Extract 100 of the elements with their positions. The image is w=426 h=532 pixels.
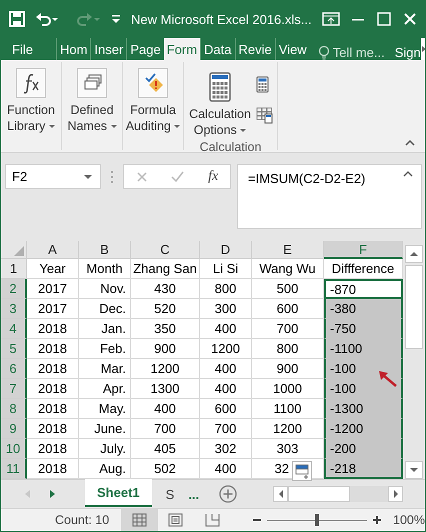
table-cell: -100 bbox=[324, 379, 403, 399]
table-icon bbox=[295, 464, 309, 478]
table-cell: 2018 bbox=[27, 399, 79, 419]
calculate-now-icon[interactable] bbox=[256, 76, 269, 93]
ribbon-button[interactable]: Formula Auditing bbox=[127, 66, 179, 136]
table-cell: -1100 bbox=[324, 339, 403, 359]
table-cell: Nov. bbox=[79, 279, 131, 299]
scrollbar-thumb[interactable] bbox=[405, 265, 423, 349]
column-header[interactable]: F bbox=[324, 241, 403, 259]
sign-in-link[interactable]: Sign bbox=[394, 45, 421, 60]
row-header[interactable]: 10 bbox=[1, 439, 27, 459]
row-header[interactable]: 7 bbox=[1, 379, 27, 399]
table-cell: Zhang San bbox=[131, 259, 200, 279]
scrollbar-thumb[interactable] bbox=[288, 486, 350, 502]
customize-icon[interactable] bbox=[111, 13, 121, 25]
table-cell: -750 bbox=[324, 319, 403, 339]
column-header[interactable]: E bbox=[252, 241, 324, 259]
table-cell: -1300 bbox=[324, 399, 403, 419]
scroll-right-icon[interactable] bbox=[420, 45, 425, 53]
row-header[interactable]: 5 bbox=[1, 339, 27, 359]
table-cell: Year bbox=[27, 259, 79, 279]
table-cell: Apr. bbox=[79, 379, 131, 399]
row-header[interactable]: 8 bbox=[1, 399, 27, 419]
row-header[interactable]: 4 bbox=[1, 319, 27, 339]
close-icon[interactable] bbox=[402, 11, 418, 27]
warning-check-icon[interactable] bbox=[138, 68, 168, 98]
calculator-icon[interactable] bbox=[209, 72, 231, 102]
table-cell: 2017 bbox=[27, 279, 79, 299]
table-cell: 700 bbox=[200, 419, 252, 439]
tell-me-field[interactable]: Tell me... bbox=[318, 45, 385, 60]
table-cell: -218 bbox=[324, 459, 403, 479]
window-title: New Microsoft Excel 2016.xls... bbox=[131, 12, 312, 26]
zoom-in-icon[interactable] bbox=[373, 516, 382, 524]
scroll-down-icon[interactable] bbox=[410, 468, 418, 472]
column-header[interactable]: D bbox=[200, 241, 252, 259]
table-cell: 1200 bbox=[200, 339, 252, 359]
add-sheet-icon[interactable] bbox=[219, 485, 238, 503]
function-icon[interactable] bbox=[16, 68, 46, 98]
table-cell: 302 bbox=[200, 439, 252, 459]
row-header[interactable]: 3 bbox=[1, 299, 27, 319]
save-icon[interactable] bbox=[9, 11, 25, 27]
tags-icon[interactable] bbox=[77, 68, 107, 98]
sheet-tab[interactable]: Sheet1 bbox=[85, 479, 152, 507]
row-header[interactable]: 9 bbox=[1, 419, 27, 439]
ribbon-button[interactable]: Defined Names bbox=[66, 66, 118, 136]
scroll-right-icon[interactable] bbox=[394, 490, 398, 498]
table-cell: Wang Wu bbox=[252, 259, 324, 279]
quick-analysis-button[interactable] bbox=[292, 461, 312, 481]
ribbon-display-icon[interactable] bbox=[322, 11, 340, 27]
collapse-icon[interactable] bbox=[403, 171, 413, 177]
row-header[interactable]: 6 bbox=[1, 359, 27, 379]
table-cell: 400 bbox=[200, 319, 252, 339]
table-cell: 520 bbox=[131, 299, 200, 319]
view-button[interactable] bbox=[120, 509, 158, 531]
calculate-sheet-icon[interactable] bbox=[256, 107, 273, 124]
zoom-out-icon[interactable] bbox=[253, 516, 262, 524]
maximize-icon[interactable] bbox=[376, 11, 392, 27]
caret-icon bbox=[48, 125, 55, 128]
page-layout-icon bbox=[168, 513, 184, 527]
table-cell: 2018 bbox=[27, 379, 79, 399]
next-sheet-icon[interactable] bbox=[50, 490, 55, 498]
table-cell: -200 bbox=[324, 439, 403, 459]
more-sheets-button[interactable]: ... bbox=[188, 486, 200, 502]
table-cell: 400 bbox=[131, 399, 200, 419]
table-cell: June. bbox=[79, 419, 131, 439]
row-header[interactable]: 11 bbox=[1, 459, 27, 479]
ribbon-button[interactable]: Function Library bbox=[5, 66, 57, 136]
table-cell: 400 bbox=[200, 379, 252, 399]
name-box[interactable]: F2 bbox=[5, 164, 101, 189]
table-cell: July. bbox=[79, 439, 131, 459]
ribbon-button[interactable]: Calculation Options bbox=[188, 70, 252, 140]
scroll-left-icon[interactable] bbox=[278, 490, 282, 498]
table-cell: Month bbox=[79, 259, 131, 279]
table-cell: Li Si bbox=[200, 259, 252, 279]
collapse-ribbon-icon[interactable] bbox=[405, 139, 415, 146]
ribbon-tab[interactable]: Form bbox=[164, 38, 200, 60]
caret-icon bbox=[240, 129, 246, 132]
sheet-tab[interactable]: S bbox=[156, 480, 184, 508]
dropdown-icon bbox=[84, 174, 92, 178]
table-cell: 405 bbox=[131, 439, 200, 459]
zoom-level[interactable]: 100% bbox=[393, 513, 425, 527]
insert-function-button[interactable]: fx bbox=[208, 168, 218, 184]
table-cell: 400 bbox=[200, 359, 252, 379]
ribbon-tab[interactable]: File bbox=[9, 38, 36, 60]
column-header[interactable]: B bbox=[79, 241, 131, 259]
undo-icon[interactable] bbox=[35, 12, 59, 26]
column-header[interactable]: A bbox=[27, 241, 79, 259]
scroll-up-icon[interactable] bbox=[410, 252, 418, 256]
row-header[interactable]: 2 bbox=[1, 279, 27, 299]
row-header[interactable]: 1 bbox=[1, 259, 27, 279]
column-header[interactable]: C bbox=[131, 241, 200, 259]
arrow bbox=[377, 369, 397, 387]
table-cell: 1200 bbox=[131, 359, 200, 379]
table-cell: Dec. bbox=[79, 299, 131, 319]
page-break-icon bbox=[205, 513, 220, 527]
table-cell: 700 bbox=[131, 419, 200, 439]
table-cell: 2018 bbox=[27, 319, 79, 339]
caret-icon bbox=[110, 125, 117, 128]
table-cell: 350 bbox=[131, 319, 200, 339]
table-cell: 430 bbox=[131, 279, 200, 299]
